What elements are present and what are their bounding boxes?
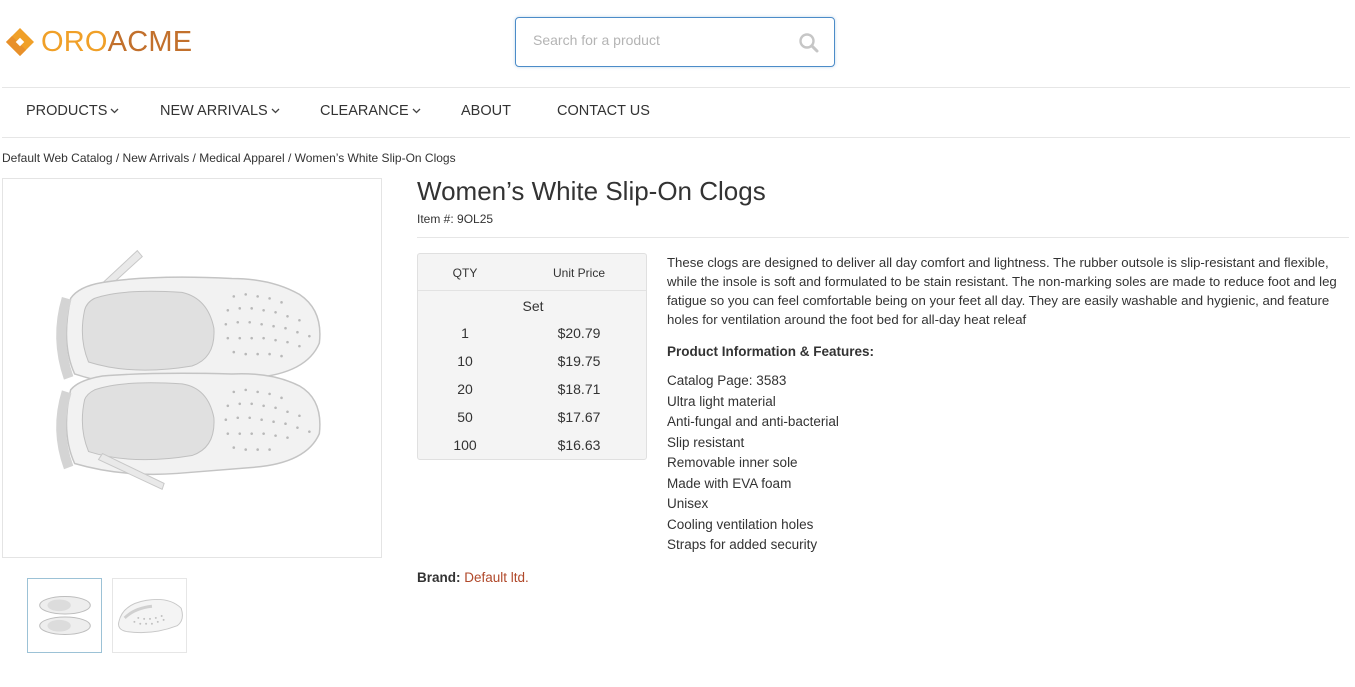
logo-text-acme: ACME (107, 25, 193, 58)
breadcrumb: Default Web Catalog / New Arrivals / Med… (2, 151, 456, 165)
feature-item: Straps for added security (667, 537, 818, 552)
feature-item: Unisex (667, 496, 709, 511)
search-box (515, 17, 835, 67)
price-row: 20 $18.71 (418, 381, 648, 401)
chevron-down-icon (271, 108, 280, 114)
thumbnail-image (39, 596, 91, 635)
product-thumbnail-1[interactable] (27, 578, 102, 653)
feature-item: Slip resistant (667, 434, 745, 450)
nav-item-products[interactable]: PRODUCTS (26, 103, 119, 119)
search-input[interactable] (533, 32, 793, 48)
price-row: 10 $19.75 (418, 353, 648, 373)
nav-item-label: ABOUT (461, 103, 511, 119)
price-value: $17.67 (557, 409, 601, 425)
nav-item-label: NEW ARRIVALS (160, 103, 268, 119)
unit-price-header: Unit Price (552, 266, 605, 280)
features-heading: Product Information & Features: (667, 344, 875, 359)
feature-item: Made with EVA foam (667, 475, 792, 491)
feature-item: Removable inner sole (667, 455, 798, 470)
search-icon[interactable] (798, 32, 820, 54)
brand-link[interactable]: Default ltd. (464, 570, 529, 585)
price-value: $19.75 (557, 353, 601, 369)
chevron-down-icon (412, 108, 421, 114)
divider (417, 237, 1349, 238)
thumbnail-image (118, 598, 183, 634)
price-value: $16.63 (557, 437, 601, 453)
breadcrumb-current: Women’s White Slip-On Clogs (294, 151, 456, 165)
breadcrumb-link-catalog[interactable]: Default Web Catalog (2, 151, 113, 165)
nav-item-about[interactable]: ABOUT (461, 103, 511, 119)
price-table: QTY Unit Price Set 1 $20.79 10 $19.75 20… (417, 253, 647, 460)
price-row: 50 $17.67 (418, 409, 648, 429)
logo-icon (6, 28, 34, 56)
breadcrumb-link-new-arrivals[interactable]: New Arrivals (123, 151, 190, 165)
price-qty: 20 (457, 381, 473, 397)
product-description: These clogs are designed to deliver all … (667, 255, 1337, 327)
price-qty: 100 (453, 437, 477, 453)
price-table-header: QTY Unit Price (418, 254, 646, 291)
qty-header: QTY (452, 266, 478, 280)
brand-label: Brand: (417, 570, 461, 585)
unit-label: Set (522, 298, 544, 314)
nav-item-contact-us[interactable]: CONTACT US (557, 103, 650, 119)
feature-item: Ultra light material (667, 393, 776, 409)
features-list: Catalog Page: 3583 Ultra light material … (667, 372, 839, 557)
product-title: Women’s White Slip-On Clogs (417, 176, 766, 206)
nav-item-label: CLEARANCE (320, 103, 409, 119)
price-qty: 1 (461, 325, 469, 341)
price-qty: 50 (457, 409, 473, 425)
clogs-image (56, 249, 321, 491)
item-number: Item #: 9OL25 (417, 212, 494, 226)
breadcrumb-link-medical-apparel[interactable]: Medical Apparel (199, 151, 284, 165)
main-navigation: PRODUCTS NEW ARRIVALS CLEARANCE ABOUT CO… (2, 87, 1350, 138)
logo-text-oro: ORO (41, 25, 108, 58)
price-row: 1 $20.79 (418, 325, 648, 345)
site-logo[interactable]: OROACME (2, 24, 192, 60)
nav-item-clearance[interactable]: CLEARANCE (320, 103, 421, 119)
feature-item: Catalog Page: 3583 (667, 373, 787, 388)
nav-item-label: CONTACT US (557, 103, 650, 119)
product-thumbnail-2[interactable] (112, 578, 187, 653)
brand-info: Brand: Default ltd. (417, 570, 529, 585)
feature-item: Anti-fungal and anti-bacterial (667, 414, 839, 429)
chevron-down-icon (110, 108, 119, 114)
price-value: $20.79 (557, 325, 601, 341)
price-qty: 10 (457, 353, 473, 369)
price-row: 100 $16.63 (418, 437, 648, 457)
nav-item-label: PRODUCTS (26, 103, 108, 119)
feature-item: Cooling ventilation holes (667, 516, 814, 532)
nav-item-new-arrivals[interactable]: NEW ARRIVALS (160, 103, 280, 119)
price-value: $18.71 (557, 381, 601, 397)
product-main-image[interactable] (2, 178, 382, 558)
